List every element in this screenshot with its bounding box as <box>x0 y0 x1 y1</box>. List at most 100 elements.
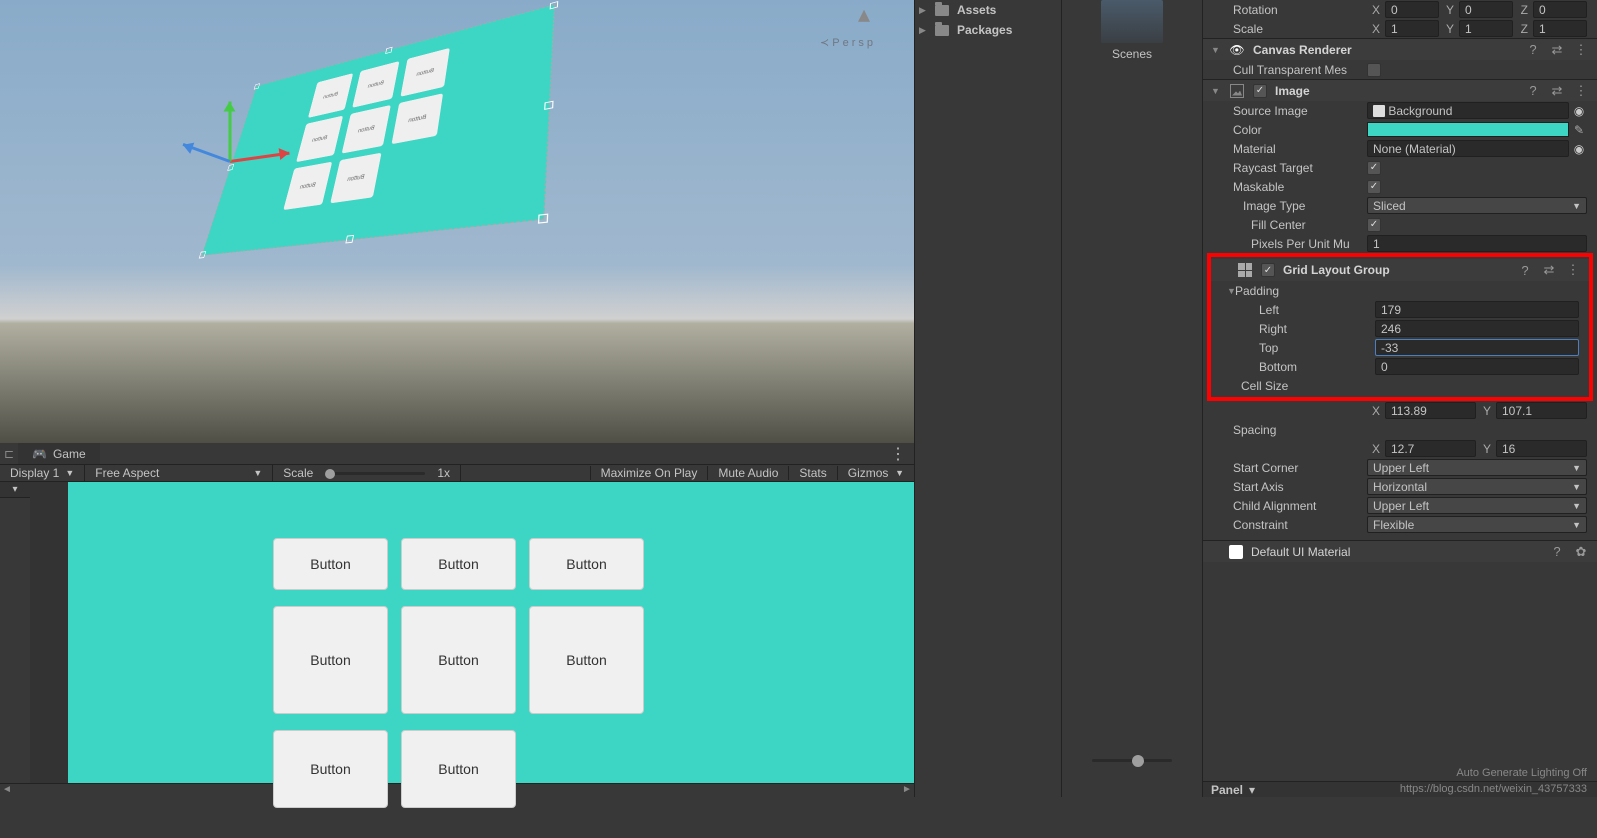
game-tab[interactable]: 🎮 Game <box>18 443 100 464</box>
rotation-z-input[interactable]: 0 <box>1533 1 1587 18</box>
preset-icon[interactable]: ⇄ <box>1541 262 1557 278</box>
stats-button[interactable]: Stats <box>788 466 836 480</box>
cellsize-x-input[interactable]: 113.89 <box>1385 402 1476 419</box>
ui-button[interactable]: Button <box>273 606 388 714</box>
ui-button[interactable]: Button <box>273 730 388 808</box>
startaxis-dropdown[interactable]: Horizontal▼ <box>1367 478 1587 495</box>
expand-icon[interactable]: ▶ <box>919 5 927 16</box>
settings-icon[interactable]: ✿ <box>1573 544 1589 560</box>
rotation-x-input[interactable]: 0 <box>1385 1 1439 18</box>
ui-button[interactable]: Button <box>401 538 516 590</box>
constraint-dropdown[interactable]: Flexible▼ <box>1367 516 1587 533</box>
padding-label: Padding <box>1229 284 1383 298</box>
vert-scrollbar[interactable] <box>0 498 30 783</box>
image-comp-icon <box>1229 83 1245 99</box>
help-icon[interactable]: ? <box>1525 83 1541 98</box>
scale-x-input[interactable]: 1 <box>1385 20 1439 37</box>
object-picker-icon[interactable]: ◉ <box>1571 103 1587 119</box>
eyedropper-icon[interactable]: ✎ <box>1571 123 1587 137</box>
canvas-renderer-header[interactable]: ▼ Canvas Renderer ? ⇄ ⋮ <box>1203 38 1597 60</box>
material-field[interactable]: None (Material) <box>1367 140 1569 157</box>
scroll-left-icon[interactable]: ◄ <box>0 784 14 797</box>
padding-bottom-input[interactable]: 0 <box>1375 358 1579 375</box>
help-icon[interactable]: ? <box>1525 42 1541 57</box>
project-panel: ▶ Assets ▶ Packages <box>914 0 1062 797</box>
gizmos-dropdown[interactable]: Gizmos ▼ <box>837 466 914 480</box>
fillcenter-label: Fill Center <box>1213 218 1367 232</box>
rotation-y-input[interactable]: 0 <box>1459 1 1513 18</box>
display-dropdown[interactable]: Display 1▼ <box>0 465 85 481</box>
scale-z-input[interactable]: 1 <box>1533 20 1587 37</box>
mute-button[interactable]: Mute Audio <box>707 466 788 480</box>
sourceimage-field[interactable]: Background <box>1367 102 1569 119</box>
padding-top-label: Top <box>1221 341 1375 355</box>
imagetype-dropdown[interactable]: Sliced▼ <box>1367 197 1587 214</box>
preset-icon[interactable]: ⇄ <box>1549 42 1565 58</box>
color-field[interactable] <box>1367 122 1569 137</box>
raycast-checkbox[interactable]: ✓ <box>1367 161 1381 175</box>
scroll-right-icon[interactable]: ► <box>900 784 914 797</box>
padding-right-input[interactable]: 246 <box>1375 320 1579 337</box>
spacing-y-input[interactable]: 16 <box>1496 440 1587 457</box>
y-axis-arrow-icon[interactable] <box>229 102 232 162</box>
childalign-dropdown[interactable]: Upper Left▼ <box>1367 497 1587 514</box>
tab-menu-icon[interactable]: ⋮ <box>890 444 906 464</box>
game-tab-bar: ⊏ 🎮 Game ⋮ <box>0 443 914 464</box>
ui-button[interactable]: Button <box>529 606 644 714</box>
game-view[interactable]: Button Button Button Button Button Butto… <box>30 482 914 783</box>
object-picker-icon[interactable]: ◉ <box>1571 141 1587 157</box>
scene-thumbnail[interactable] <box>1101 0 1163 43</box>
startcorner-label: Start Corner <box>1213 461 1367 475</box>
folder-icon <box>935 5 949 16</box>
help-icon[interactable]: ? <box>1549 544 1565 559</box>
gridlayout-header[interactable]: ▼ ✓ Grid Layout Group ? ⇄ ⋮ <box>1211 259 1589 281</box>
material-icon <box>1229 545 1243 559</box>
sourceimage-label: Source Image <box>1213 104 1367 118</box>
cellsize-y-input[interactable]: 107.1 <box>1496 402 1587 419</box>
ui-button[interactable]: Button <box>529 538 644 590</box>
scale-label: Scale <box>1213 22 1367 36</box>
expand-icon[interactable]: ▶ <box>919 25 927 36</box>
menu-icon[interactable]: ⋮ <box>1573 42 1589 58</box>
scale-y-input[interactable]: 1 <box>1459 20 1513 37</box>
fillcenter-checkbox[interactable]: ✓ <box>1367 218 1381 232</box>
color-label: Color <box>1213 123 1367 137</box>
hierarchy-item-assets[interactable]: ▶ Assets <box>915 0 1061 20</box>
image-enable-checkbox[interactable]: ✓ <box>1253 84 1267 98</box>
breadcrumb-item[interactable]: Panel <box>1211 783 1243 797</box>
spacing-x-input[interactable]: 12.7 <box>1385 440 1476 457</box>
cull-checkbox[interactable] <box>1367 63 1381 77</box>
scene-button: Button <box>342 105 391 154</box>
expand-icon[interactable]: ▼ <box>1221 286 1229 296</box>
breadcrumb-dd-icon[interactable]: ▾ <box>1249 783 1255 797</box>
aspect-dropdown[interactable]: Free Aspect▼ <box>85 465 273 481</box>
padding-top-input[interactable]: -33 <box>1375 339 1579 356</box>
ui-button[interactable]: Button <box>401 606 516 714</box>
material-header[interactable]: ▼ Default UI Material ? ✿ <box>1203 540 1597 562</box>
startcorner-dropdown[interactable]: Upper Left▼ <box>1367 459 1587 476</box>
material-label: Material <box>1213 142 1367 156</box>
help-icon[interactable]: ? <box>1517 263 1533 278</box>
scene-view[interactable]: ▴ ≺Persp Button Button Button B <box>0 0 914 443</box>
ppu-label: Pixels Per Unit Mu <box>1213 237 1367 251</box>
gridlayout-enable-checkbox[interactable]: ✓ <box>1261 263 1275 277</box>
ui-button[interactable]: Button <box>273 538 388 590</box>
image-header[interactable]: ▼ ✓ Image ? ⇄ ⋮ <box>1203 79 1597 101</box>
game-toolbar: Display 1▼ Free Aspect▼ Scale 1x Maximiz… <box>0 464 914 482</box>
menu-icon[interactable]: ⋮ <box>1573 83 1589 99</box>
constraint-label: Constraint <box>1213 518 1367 532</box>
menu-icon[interactable]: ⋮ <box>1565 262 1581 278</box>
scene-button: Button <box>352 61 399 108</box>
maskable-checkbox[interactable]: ✓ <box>1367 180 1381 194</box>
ppu-input[interactable]: 1 <box>1367 235 1587 252</box>
maximize-button[interactable]: Maximize On Play <box>590 466 708 480</box>
lock-icon[interactable]: ⊏ <box>0 447 18 461</box>
preset-icon[interactable]: ⇄ <box>1549 83 1565 99</box>
aspect-dd-arrow-icon[interactable]: ▾ <box>0 482 30 498</box>
hierarchy-item-packages[interactable]: ▶ Packages <box>915 20 1061 40</box>
ui-button[interactable]: Button <box>401 730 516 808</box>
padding-left-input[interactable]: 179 <box>1375 301 1579 318</box>
scene-button: Button <box>400 48 449 97</box>
scale-slider[interactable]: Scale 1x <box>273 465 461 481</box>
zoom-slider[interactable] <box>1062 753 1202 767</box>
